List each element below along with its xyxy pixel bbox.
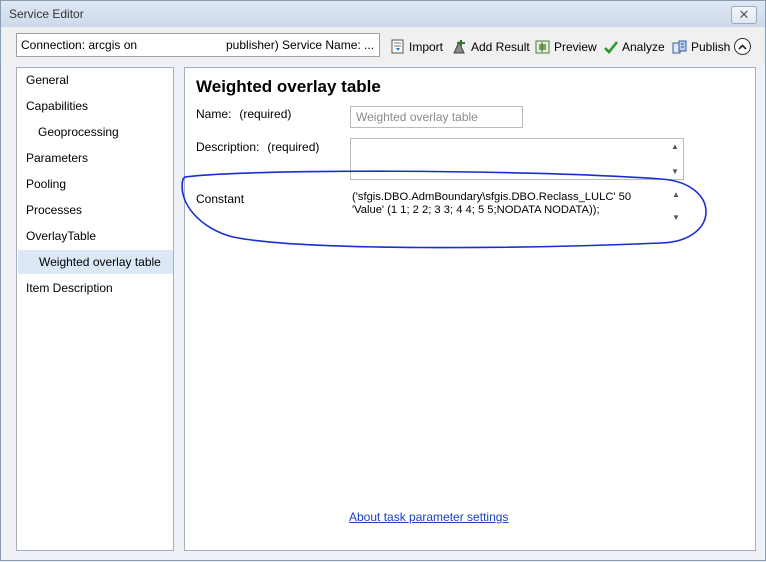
nav-item-overlaytable[interactable]: OverlayTable <box>26 229 96 243</box>
constant-value: ('sfgis.DBO.AdmBoundary\sfgis.DBO.Reclas… <box>352 191 632 216</box>
name-required: (required) <box>239 107 292 121</box>
name-label-row: Name: (required) <box>196 107 291 121</box>
preview-button[interactable]: Preview <box>535 38 597 56</box>
constant-field[interactable]: ('sfgis.DBO.AdmBoundary\sfgis.DBO.Reclas… <box>350 187 684 225</box>
nav-item-item-description[interactable]: Item Description <box>26 281 113 295</box>
publish-button[interactable]: Publish <box>671 38 730 56</box>
import-button[interactable]: Import <box>390 38 443 56</box>
preview-icon <box>535 40 550 54</box>
scroll-down-icon[interactable]: ▼ <box>671 167 679 176</box>
analyze-button[interactable]: Analyze <box>603 38 665 56</box>
connection-text: Connection: arcgis on <box>21 38 138 52</box>
analyze-label: Analyze <box>622 40 665 54</box>
help-link[interactable]: About task parameter settings <box>349 510 508 524</box>
settings-nav: General Capabilities Geoprocessing Param… <box>16 67 174 551</box>
name-label: Name: <box>196 107 232 121</box>
import-label: Import <box>409 40 444 54</box>
preview-label: Preview <box>554 40 597 54</box>
add-result-icon <box>453 40 465 54</box>
import-icon <box>391 39 404 54</box>
toolbar: Connection: arcgis on publisher) Service… <box>1 27 765 63</box>
scroll-up-icon[interactable]: ▲ <box>672 190 680 199</box>
panel-title: Weighted overlay table <box>196 77 381 96</box>
nav-item-processes[interactable]: Processes <box>26 203 82 217</box>
constant-label: Constant <box>196 192 245 206</box>
publish-icon <box>672 40 687 54</box>
publish-label: Publish <box>691 40 731 54</box>
title-bar: Service Editor ✕ <box>1 1 765 27</box>
collapse-chevron-icon <box>738 43 747 50</box>
window-title: Service Editor <box>9 7 84 21</box>
nav-item-pooling[interactable]: Pooling <box>26 177 66 191</box>
name-field[interactable] <box>350 106 523 128</box>
add-result-label: Add Result <box>471 40 530 54</box>
nav-item-geoprocessing[interactable]: Geoprocessing <box>38 125 119 139</box>
connection-field[interactable]: Connection: arcgis on publisher) Service… <box>16 33 380 57</box>
description-scrollbar[interactable]: ▲ ▼ <box>668 140 682 178</box>
description-label-row: Description: (required) <box>196 140 319 154</box>
description-required: (required) <box>267 140 320 154</box>
nav-item-general[interactable]: General <box>26 73 69 87</box>
close-button[interactable]: ✕ <box>731 6 757 24</box>
scroll-down-icon[interactable]: ▼ <box>672 213 680 222</box>
nav-item-capabilities[interactable]: Capabilities <box>26 99 88 113</box>
parameter-panel: Weighted overlay table Name: (required) D… <box>184 67 756 551</box>
description-label: Description: <box>196 140 260 154</box>
nav-item-parameters[interactable]: Parameters <box>26 151 88 165</box>
service-name-text: publisher) Service Name: ... <box>226 38 375 52</box>
description-field[interactable]: ▲ ▼ <box>350 138 684 180</box>
add-result-button[interactable]: Add Result <box>451 38 530 56</box>
constant-scrollbar[interactable]: ▲ ▼ <box>669 188 683 224</box>
nav-item-weighted-overlay-table[interactable]: Weighted overlay table <box>18 250 173 274</box>
service-editor-window: Service Editor ✕ Connection: arcgis on p… <box>0 0 766 561</box>
analyze-check-icon <box>604 41 619 54</box>
scroll-up-icon[interactable]: ▲ <box>671 142 679 151</box>
collapse-toolbar-button[interactable] <box>734 38 751 55</box>
